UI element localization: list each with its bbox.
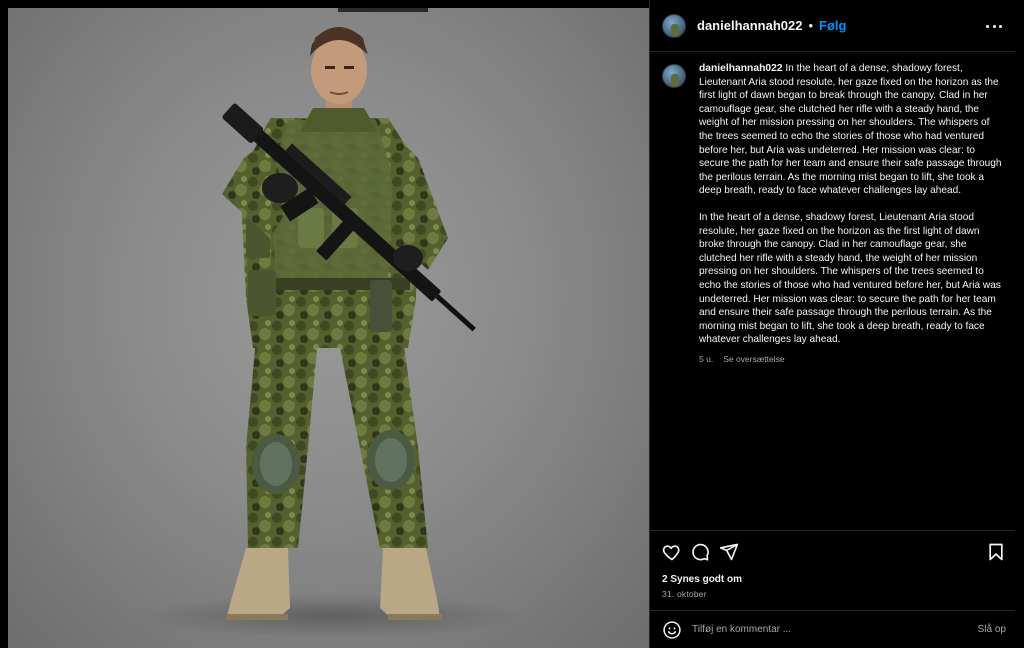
post-header: danielhannah022 • Følg xyxy=(650,0,1016,52)
emoji-icon[interactable] xyxy=(662,620,682,640)
caption-row: danielhannah022 In the heart of a dense,… xyxy=(662,62,1004,366)
post-details-panel: danielhannah022 • Følg danielhannah022 I… xyxy=(649,0,1016,648)
caption-paragraph-2: In the heart of a dense, shadowy forest,… xyxy=(699,211,1001,346)
caption-body: danielhannah022 In the heart of a dense,… xyxy=(699,62,1004,366)
like-count[interactable]: 2 Synes godt om xyxy=(662,574,742,585)
follow-button[interactable]: Følg xyxy=(819,18,846,33)
caption-username[interactable]: danielhannah022 xyxy=(699,63,783,74)
post-image[interactable] xyxy=(8,8,649,648)
post-age[interactable]: 5 u. xyxy=(699,353,713,367)
heart-icon[interactable] xyxy=(662,542,682,562)
paper-plane-icon[interactable] xyxy=(719,542,739,562)
header-separator: • xyxy=(808,18,814,33)
post-date: 31. oktober xyxy=(662,589,707,599)
add-comment-bar: Slå op xyxy=(650,610,1016,648)
caption-area: danielhannah022 In the heart of a dense,… xyxy=(650,52,1016,530)
see-translation-link[interactable]: Se oversættelse xyxy=(723,353,784,367)
author-avatar[interactable] xyxy=(662,13,686,38)
author-username[interactable]: danielhannah022 xyxy=(697,18,802,33)
scrollbar-gutter xyxy=(1015,0,1024,648)
bookmark-icon[interactable] xyxy=(986,542,1006,562)
caption-meta: 5 u. Se oversættelse xyxy=(699,353,1004,367)
action-bar: 2 Synes godt om 31. oktober xyxy=(650,530,1016,620)
comment-input[interactable] xyxy=(692,624,962,635)
more-options-icon[interactable] xyxy=(986,18,1002,34)
caption-text-1: In the heart of a dense, shadowy forest,… xyxy=(699,63,1002,197)
post-modal: danielhannah022 • Følg danielhannah022 I… xyxy=(0,0,1024,648)
caption-author-avatar[interactable] xyxy=(662,64,686,88)
caption-paragraph-1: danielhannah022 In the heart of a dense,… xyxy=(699,62,1004,198)
post-comment-button[interactable]: Slå op xyxy=(978,624,1006,635)
action-icons xyxy=(662,542,1004,562)
comment-icon[interactable] xyxy=(690,542,710,562)
soldier-illustration xyxy=(143,27,523,638)
